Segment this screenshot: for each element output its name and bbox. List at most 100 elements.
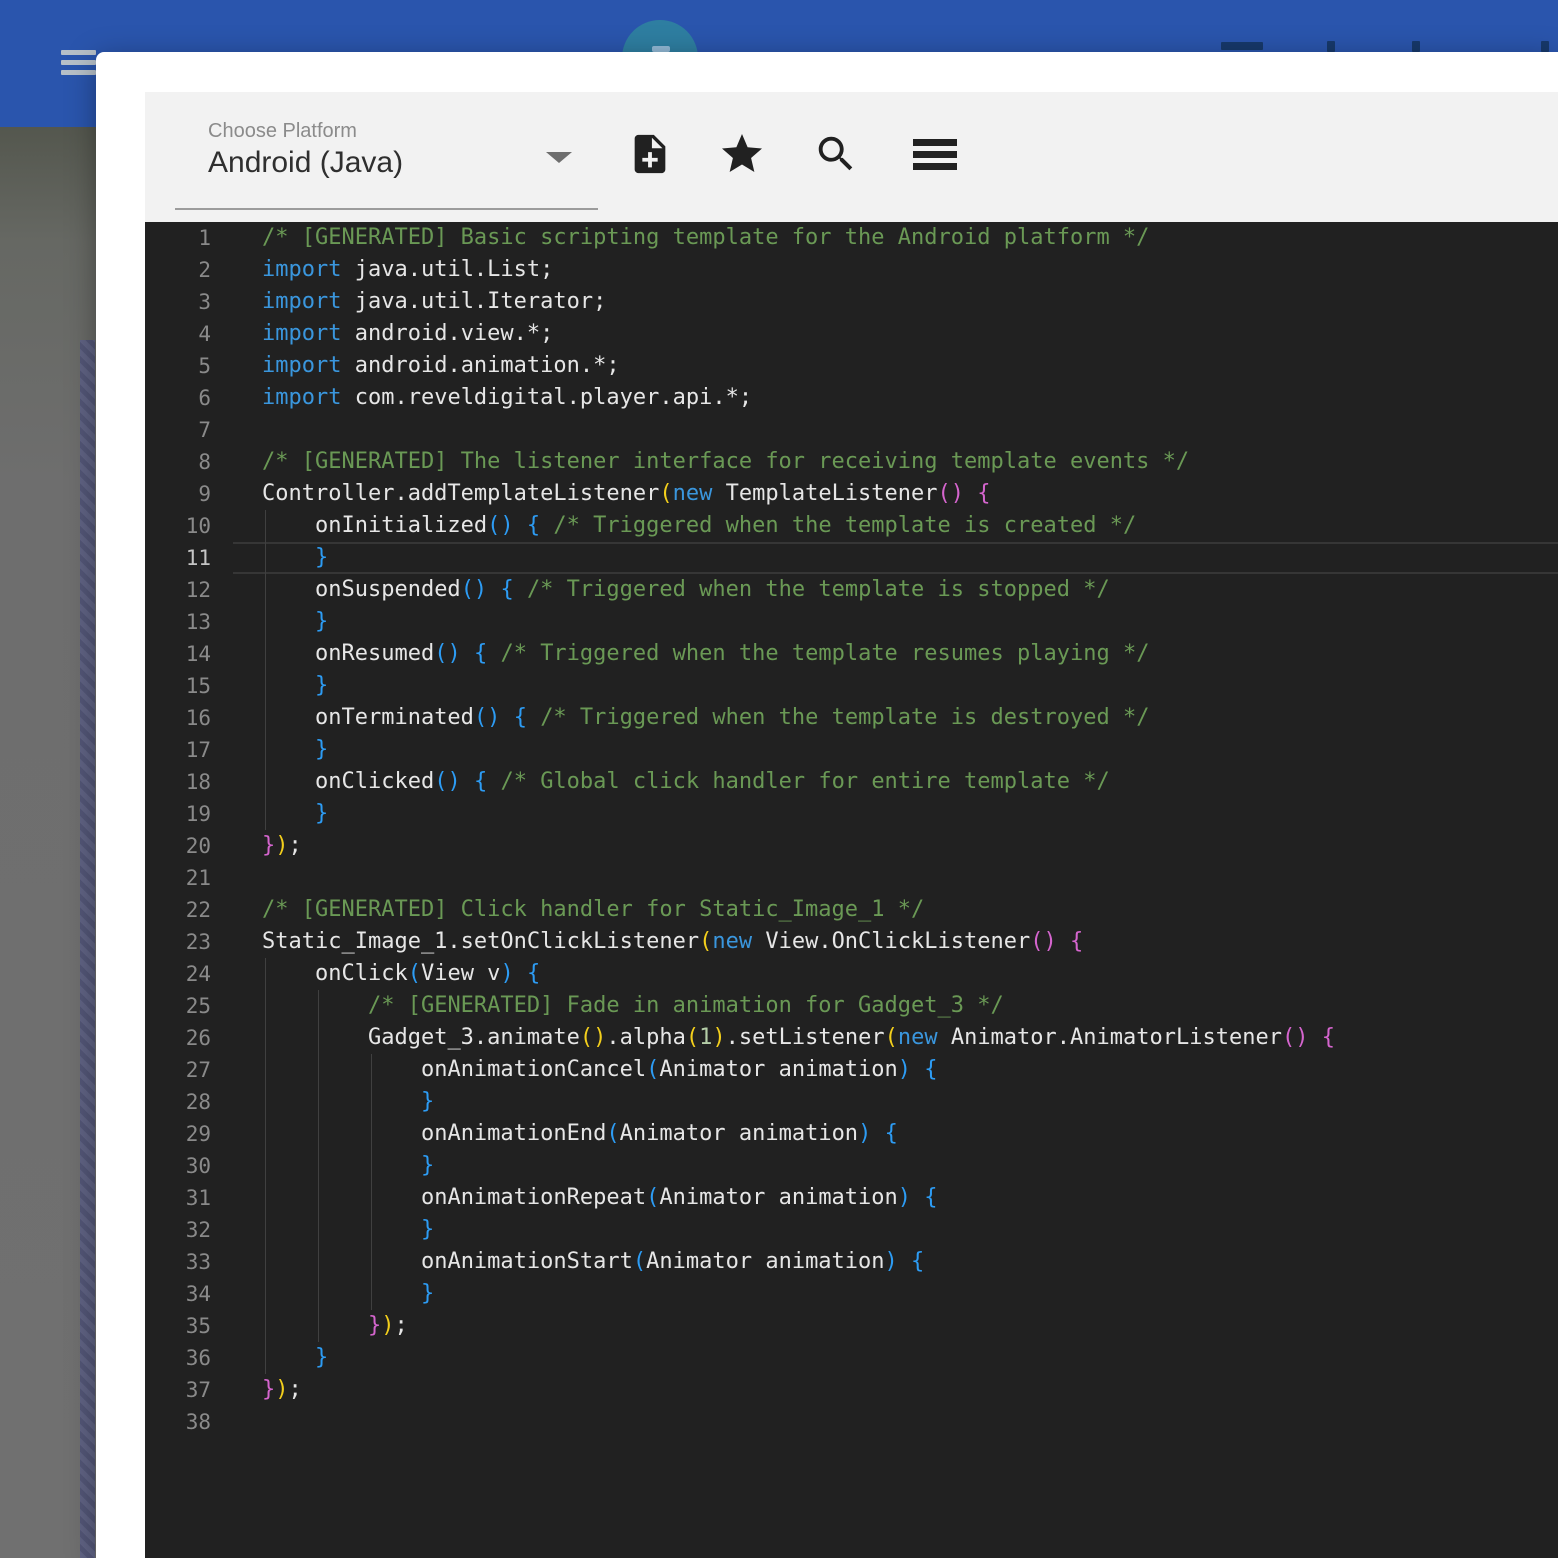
code-line[interactable]: 1 /* [GENERATED] Basic scripting template… <box>145 222 1558 254</box>
code-line[interactable]: 24 onClick(View v) { <box>145 958 1558 990</box>
search-button[interactable] <box>812 130 860 178</box>
code-text: import android.animation.*; <box>262 353 620 378</box>
code-line[interactable]: 12 onSuspended() { /* Triggered when the… <box>145 574 1558 606</box>
code-line[interactable]: 36 } <box>145 1342 1558 1374</box>
code-line[interactable]: 8 /* [GENERATED] The listener interface f… <box>145 446 1558 478</box>
menu-icon-bar <box>61 60 96 65</box>
indent-guide <box>265 542 266 574</box>
indent-guide <box>370 1182 372 1214</box>
code-line[interactable]: 18 onClicked() { /* Global click handler… <box>145 766 1558 798</box>
code-line[interactable]: 15 } <box>145 670 1558 702</box>
code-text: onSuspended() { /* Triggered when the te… <box>233 574 1558 606</box>
indent-guide <box>317 1086 319 1118</box>
code-line[interactable]: 26 Gadget_3.animate().alpha(1).setListen… <box>145 1022 1558 1054</box>
code-line[interactable]: 6 import com.reveldigital.player.api.*; <box>145 382 1558 414</box>
star-icon <box>722 134 762 172</box>
line-number: 1 <box>198 226 211 250</box>
code-line[interactable]: 16 onTerminated() { /* Triggered when th… <box>145 702 1558 734</box>
code-line[interactable]: 38 <box>145 1406 1558 1438</box>
code-line[interactable]: 33 onAnimationStart(Animator animation) … <box>145 1246 1558 1278</box>
code-editor[interactable]: 1 /* [GENERATED] Basic scripting template… <box>145 222 1558 1558</box>
indent-guide <box>265 1086 266 1118</box>
code-line[interactable]: 23 Static_Image_1.setOnClickListener(new … <box>145 926 1558 958</box>
indent-guide <box>317 1246 319 1278</box>
menu-icon-bar <box>913 150 957 158</box>
code-line[interactable]: 14 onResumed() { /* Triggered when the t… <box>145 638 1558 670</box>
code-text: import android.view.*; <box>262 321 554 346</box>
code-line[interactable]: 4 import android.view.*; <box>145 318 1558 350</box>
code-text: onResumed() { /* Triggered when the temp… <box>233 638 1558 670</box>
code-line[interactable]: 13 } <box>145 606 1558 638</box>
menu-icon-bar <box>913 138 957 146</box>
line-number: 37 <box>185 1378 211 1402</box>
app-root: Choose Platform Android (Java) 1 /* [GEN… <box>0 0 1558 1558</box>
indent-guide <box>370 1150 372 1182</box>
code-text: } <box>233 734 1558 766</box>
line-number: 7 <box>198 418 211 442</box>
code-text: onClicked() { /* Global click handler fo… <box>233 766 1558 798</box>
script-editor-modal: Choose Platform Android (Java) 1 /* [GEN… <box>96 52 1558 1558</box>
partial-letter-mark <box>1327 41 1335 52</box>
code-line[interactable]: 2 import java.util.List; <box>145 254 1558 286</box>
line-number: 5 <box>198 354 211 378</box>
code-line[interactable]: 27 onAnimationCancel(Animator animation)… <box>145 1054 1558 1086</box>
code-text: } <box>233 1086 1558 1118</box>
platform-select[interactable]: Choose Platform Android (Java) <box>175 102 598 210</box>
code-line[interactable]: 28 } <box>145 1086 1558 1118</box>
code-text: } <box>233 1214 1558 1246</box>
code-line[interactable]: 20}); <box>145 830 1558 862</box>
line-number: 29 <box>185 1122 211 1146</box>
code-line[interactable]: 10 onInitialized() { /* Triggered when t… <box>145 510 1558 542</box>
editor-menu-button[interactable] <box>911 130 959 178</box>
code-line[interactable]: 22 /* [GENERATED] Click handler for Stati… <box>145 894 1558 926</box>
menu-icon-bar <box>61 50 96 55</box>
code-line[interactable]: 32 } <box>145 1214 1558 1246</box>
line-number: 21 <box>185 866 211 890</box>
partial-letter-mark <box>1541 41 1549 52</box>
code-line[interactable]: 29 onAnimationEnd(Animator animation) { <box>145 1118 1558 1150</box>
code-line[interactable]: 30 } <box>145 1150 1558 1182</box>
code-line[interactable]: 21 <box>145 862 1558 894</box>
favorite-button[interactable] <box>718 130 766 178</box>
indent-guide <box>317 1214 319 1246</box>
line-number: 33 <box>185 1250 211 1274</box>
code-line[interactable]: 5 import android.animation.*; <box>145 350 1558 382</box>
line-number: 23 <box>185 930 211 954</box>
code-line[interactable]: 9 Controller.addTemplateListener(new Temp… <box>145 478 1558 510</box>
line-number: 22 <box>185 898 211 922</box>
search-icon <box>818 136 853 171</box>
code-line[interactable]: 17 } <box>145 734 1558 766</box>
code-line[interactable]: 3 import java.util.Iterator; <box>145 286 1558 318</box>
code-line[interactable]: 19 } <box>145 798 1558 830</box>
line-number: 8 <box>198 450 211 474</box>
code-text: } <box>233 798 1558 830</box>
editor-header: Choose Platform Android (Java) <box>145 92 1558 222</box>
nav-menu-icon[interactable] <box>61 50 96 75</box>
code-line[interactable]: 25 /* [GENERATED] Fade in animation for … <box>145 990 1558 1022</box>
code-line[interactable]: 7 <box>145 414 1558 446</box>
line-number: 14 <box>185 642 211 666</box>
code-text: }); <box>262 1377 302 1402</box>
code-line[interactable]: 37}); <box>145 1374 1558 1406</box>
code-text: /* [GENERATED] Click handler for Static_… <box>262 897 925 922</box>
line-number: 12 <box>185 578 211 602</box>
indent-guide <box>265 1118 266 1150</box>
new-script-button[interactable] <box>626 130 674 178</box>
code-text: import java.util.List; <box>262 257 554 282</box>
code-line[interactable]: 35 }); <box>145 1310 1558 1342</box>
code-text: import java.util.Iterator; <box>262 289 607 314</box>
line-number: 20 <box>185 834 211 858</box>
code-line[interactable]: 11 } <box>145 542 1558 574</box>
indent-guide <box>265 1278 266 1310</box>
code-line[interactable]: 34 } <box>145 1278 1558 1310</box>
line-number: 36 <box>185 1346 211 1370</box>
line-number: 24 <box>185 962 211 986</box>
indent-guide <box>265 510 266 542</box>
line-number: 27 <box>185 1058 211 1082</box>
line-number: 16 <box>185 706 211 730</box>
line-number: 6 <box>198 386 211 410</box>
indent-guide <box>370 1214 372 1246</box>
code-line[interactable]: 31 onAnimationRepeat(Animator animation)… <box>145 1182 1558 1214</box>
